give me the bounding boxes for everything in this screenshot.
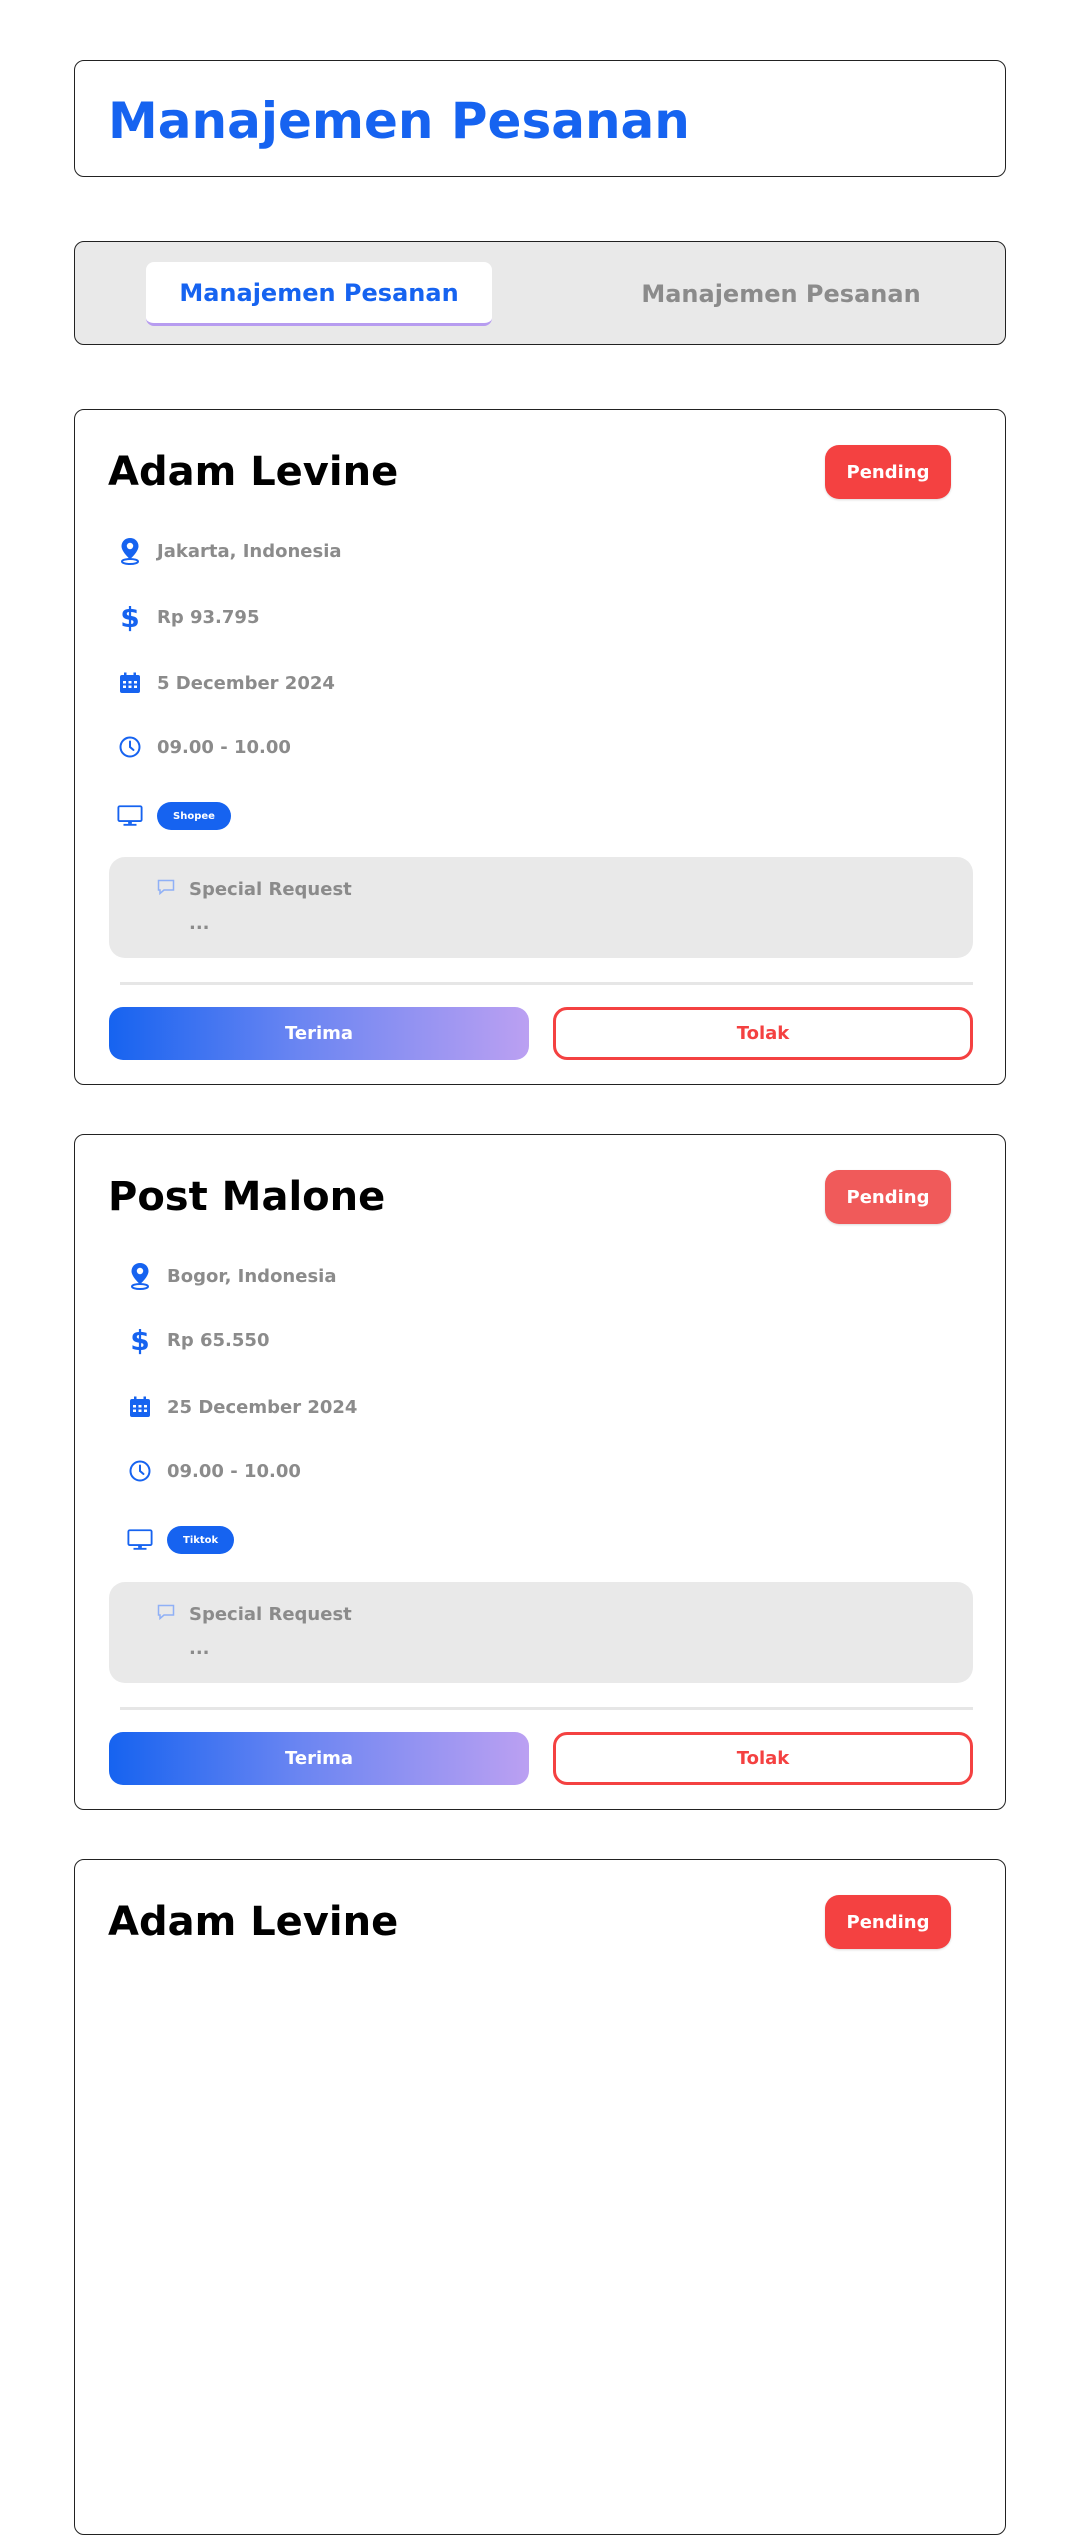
location-text: Bogor, Indonesia [167,1265,337,1287]
time-row: 09.00 - 10.00 [127,1454,301,1488]
header-panel: Manajemen Pesanan [74,60,1006,177]
price-text: Rp 93.795 [157,606,260,628]
clock-icon [117,734,143,760]
price-row: $ Rp 65.550 [127,1323,269,1357]
special-request-panel: Special Request ... [109,857,973,958]
special-request-header: Special Request [157,1604,352,1625]
accept-button[interactable]: Terima [109,1007,529,1060]
status-badge: Pending [825,1170,951,1224]
special-request-header: Special Request [157,879,352,900]
chat-bubble-icon [157,1604,175,1625]
special-request-text: ... [189,913,210,934]
location-row: Bogor, Indonesia [127,1259,337,1293]
platform-chip: Shopee [157,802,231,830]
order-card: Post Malone Pending Bogor, Indonesia $ R… [74,1134,1006,1810]
accept-button[interactable]: Terima [109,1732,529,1785]
tab-bar: Manajemen Pesanan Manajemen Pesanan [74,241,1006,345]
special-request-panel: Special Request ... [109,1582,973,1683]
dollar-icon: $ [130,1323,150,1357]
divider [120,982,973,985]
date-row: 5 December 2024 [117,666,335,700]
order-card: Adam Levine Pending Jakarta, Indonesia $… [74,409,1006,1085]
date-row: 25 December 2024 [127,1390,357,1424]
platform-row: Shopee [117,799,231,833]
price-text: Rp 65.550 [167,1329,270,1351]
platform-row: Tiktok [127,1523,235,1557]
dollar-icon: $ [120,600,140,634]
time-row: 09.00 - 10.00 [117,730,291,764]
reject-button[interactable]: Tolak [553,1732,973,1785]
platform-chip: Tiktok [167,1526,235,1554]
calendar-icon [117,670,143,696]
time-text: 09.00 - 10.00 [157,736,291,758]
customer-name: Post Malone [108,1174,386,1220]
date-text: 5 December 2024 [157,672,335,694]
special-request-text: ... [189,1638,210,1659]
location-row: Jakarta, Indonesia [117,534,342,568]
time-text: 09.00 - 10.00 [167,1460,301,1482]
special-request-title: Special Request [189,879,352,900]
special-request-title: Special Request [189,1604,352,1625]
price-row: $ Rp 93.795 [117,600,259,634]
location-text: Jakarta, Indonesia [157,540,342,562]
date-text: 25 December 2024 [167,1396,358,1418]
divider [120,1707,973,1710]
status-badge: Pending [825,445,951,499]
calendar-icon [127,1394,153,1420]
monitor-icon [117,803,143,829]
status-badge: Pending [825,1895,951,1949]
monitor-icon [127,1527,153,1553]
order-card: Adam Levine Pending [74,1859,1006,2535]
page-title: Manajemen Pesanan [108,92,690,150]
reject-button[interactable]: Tolak [553,1007,973,1060]
customer-name: Adam Levine [108,1899,399,1945]
map-pin-icon [117,538,143,565]
tab-manajemen-pesanan-inactive[interactable]: Manajemen Pesanan [608,262,954,326]
map-pin-icon [127,1263,153,1290]
clock-icon [127,1458,153,1484]
chat-bubble-icon [157,879,175,900]
tab-manajemen-pesanan-active[interactable]: Manajemen Pesanan [146,262,492,326]
customer-name: Adam Levine [108,449,399,495]
